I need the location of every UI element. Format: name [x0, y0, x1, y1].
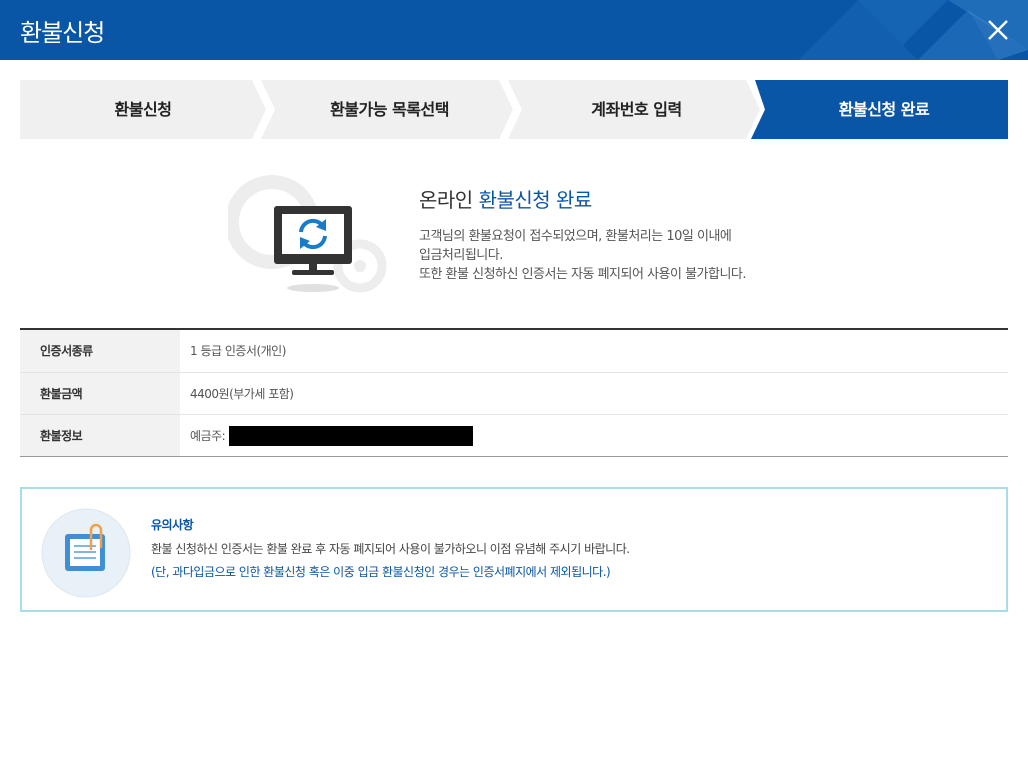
- step-2-label: 환불가능 목록선택: [330, 100, 449, 119]
- completion-title: 온라인 환불신청 완료: [419, 184, 592, 213]
- step-progress: 환불신청 환불가능 목록선택 계좌번호 입력 환불신청 완료: [20, 80, 1008, 139]
- notice-title: 유의사항: [151, 518, 194, 532]
- refund-info-value: 예금주:: [180, 415, 1008, 456]
- monitor-refresh-icon: [228, 175, 387, 293]
- refund-info-table: 인증서종류 1 등급 인증서(개인) 환불금액 4400원(부가세 포함) 환불…: [20, 328, 1008, 457]
- dialog-header: 환불신청: [0, 0, 1028, 60]
- step-3-label: 계좌번호 입력: [591, 100, 682, 119]
- completion-desc-line-2: 입금처리됩니다.: [419, 248, 503, 263]
- table-row: 환불금액 4400원(부가세 포함): [20, 372, 1008, 414]
- completion-desc-line-1: 고객님의 환불요청이 접수되었으며, 환불처리는 10일 이내에: [419, 229, 732, 244]
- cert-type-label: 인증서종류: [20, 330, 180, 372]
- refund-info-label: 환불정보: [20, 415, 180, 456]
- close-icon: [988, 20, 1008, 40]
- completion-description: 고객님의 환불요청이 접수되었으며, 환불처리는 10일 이내에 입금처리됩니다…: [419, 227, 839, 284]
- account-holder-label: 예금주:: [190, 428, 226, 443]
- completion-desc-line-3: 또한 환불 신청하신 인증서는 자동 폐지되어 사용이 불가합니다.: [419, 267, 747, 282]
- cert-type-value: 1 등급 인증서(개인): [190, 344, 286, 358]
- notice-text: 환불 신청하신 인증서는 환불 완료 후 자동 폐지되어 사용이 불가하오니 이…: [151, 542, 630, 556]
- completion-title-prefix: 온라인: [419, 188, 479, 212]
- table-row: 인증서종류 1 등급 인증서(개인): [20, 330, 1008, 372]
- table-row: 환불정보 예금주:: [20, 414, 1008, 456]
- refund-amount-label: 환불금액: [20, 373, 180, 414]
- clipboard-note-icon: [41, 508, 131, 598]
- redacted-account-holder: [229, 425, 474, 446]
- dialog-title: 환불신청: [20, 19, 105, 47]
- completion-title-accent: 환불신청 완료: [478, 188, 593, 212]
- notice-exception-text: (단, 과다입금으로 인한 환불신청 혹은 이중 입금 환불신청인 경우는 인증…: [151, 565, 611, 579]
- close-button[interactable]: [984, 16, 1012, 44]
- notice-box: 유의사항 환불 신청하신 인증서는 환불 완료 후 자동 폐지되어 사용이 불가…: [20, 487, 1008, 612]
- step-4-label: 환불신청 완료: [838, 100, 930, 119]
- step-1-label: 환불신청: [114, 100, 172, 119]
- refund-amount-value: 4400원(부가세 포함): [190, 386, 294, 401]
